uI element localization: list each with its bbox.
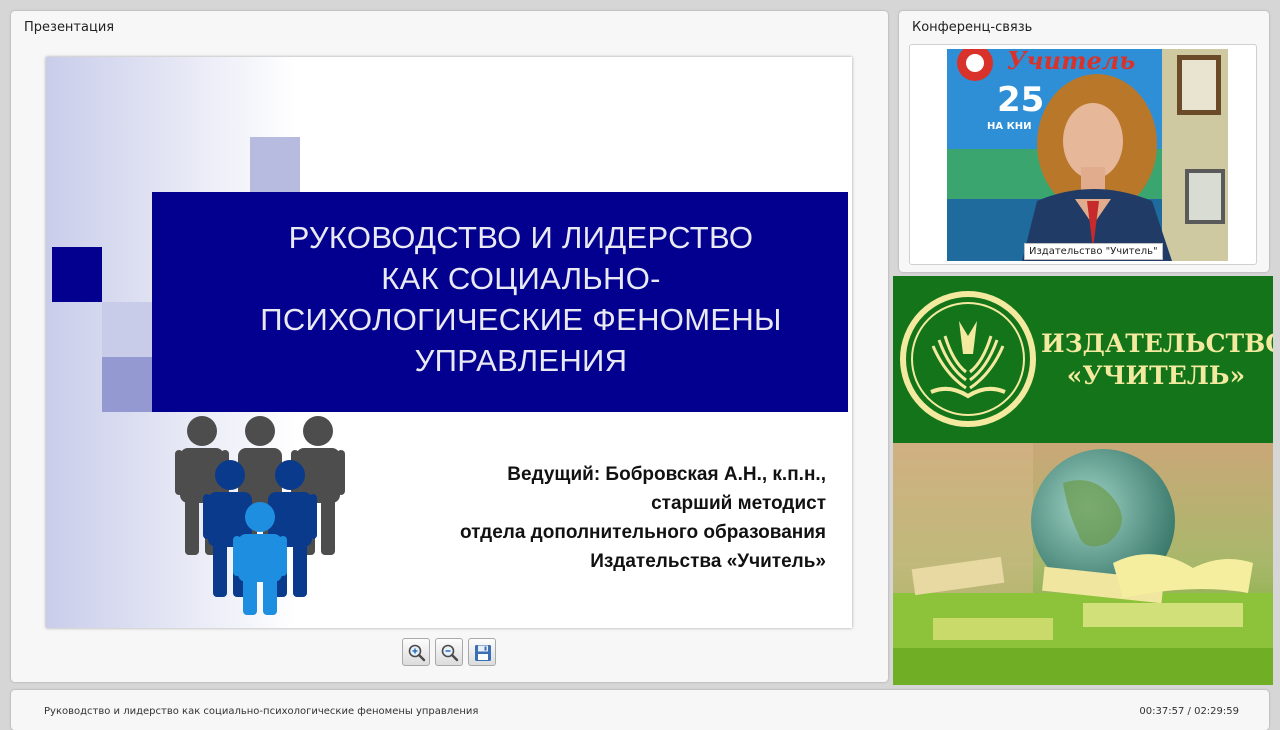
slide-title-line: УПРАВЛЕНИЯ	[414, 343, 628, 378]
presenter-line: отдела дополнительного образования	[459, 522, 826, 543]
slide-title-line: ПСИХОЛОГИЧЕСКИЕ ФЕНОМЕНЫ	[260, 302, 782, 337]
slide-title: РУКОВОДСТВО И ЛИДЕРСТВО КАК СОЦИАЛЬНО- П…	[186, 217, 852, 381]
slide-title-line: РУКОВОДСТВО И ЛИДЕРСТВО	[288, 220, 754, 255]
slide-square-deco	[52, 247, 102, 302]
poster-subtext: НА КНИ	[987, 121, 1032, 132]
presenter-line: старший методист	[651, 493, 826, 514]
slide-square-deco	[102, 357, 152, 412]
presentation-panel-title: Презентация	[24, 20, 115, 35]
time-separator: /	[1187, 706, 1191, 717]
books-globe-image	[893, 443, 1273, 685]
save-button[interactable]	[468, 638, 496, 666]
current-time: 00:37:57	[1139, 706, 1185, 717]
publisher-name-line: ИЗДАТЕЛЬСТВО	[1041, 329, 1273, 358]
presenter-info: Ведущий: Бобровская А.Н., к.п.н., старши…	[460, 460, 826, 576]
camera-label: Издательство "Учитель"	[1024, 243, 1163, 260]
publisher-banner: ИЗДАТЕЛЬСТВО «УЧИТЕЛЬ»	[893, 276, 1273, 443]
slide-view: РУКОВОДСТВО И ЛИДЕРСТВО КАК СОЦИАЛЬНО- П…	[46, 57, 852, 628]
bottom-info-bar: Руководство и лидерство как социально-пс…	[11, 690, 1269, 730]
poster-brand: Учитель	[1007, 49, 1135, 75]
playback-timecode: 00:37:57 / 02:29:59	[1139, 706, 1239, 717]
total-time: 02:29:59	[1194, 706, 1239, 717]
people-group-illustration	[175, 416, 345, 615]
presentation-title-label: Руководство и лидерство как социально-пс…	[44, 706, 479, 717]
zoom-in-button[interactable]	[402, 638, 430, 666]
video-container: Учитель 25 НА КНИ Издательство "Учитель"	[909, 44, 1257, 265]
conference-panel: Конференц-связь Учитель 25 НА КНИ Издате…	[899, 11, 1269, 272]
zoom-out-button[interactable]	[435, 638, 463, 666]
poster-number: 25	[997, 80, 1044, 120]
books-globe-picture	[893, 443, 1273, 685]
slide-title-line: КАК СОЦИАЛЬНО-	[381, 261, 661, 296]
webcam-video[interactable]: Учитель 25 НА КНИ Издательство "Учитель"	[947, 49, 1228, 261]
zoom-out-icon	[441, 644, 459, 662]
slide-square-deco	[102, 302, 152, 357]
presentation-panel: Презентация РУКОВОДСТВО И ЛИДЕРСТВО КАК …	[11, 11, 888, 682]
webcam-scene: Учитель 25 НА КНИ	[947, 49, 1228, 261]
publisher-logo-icon	[900, 291, 1036, 427]
presenter-line: Издательства «Учитель»	[590, 551, 826, 572]
publisher-name-line: «УЧИТЕЛЬ»	[1066, 361, 1246, 390]
slide-square-deco	[250, 137, 300, 192]
publisher-name: ИЗДАТЕЛЬСТВО «УЧИТЕЛЬ»	[1041, 328, 1273, 392]
floppy-disk-icon	[475, 645, 491, 661]
conference-panel-title: Конференц-связь	[912, 20, 1033, 35]
presenter-line: Ведущий: Бобровская А.Н., к.п.н.,	[507, 464, 826, 485]
zoom-in-icon	[408, 644, 426, 662]
